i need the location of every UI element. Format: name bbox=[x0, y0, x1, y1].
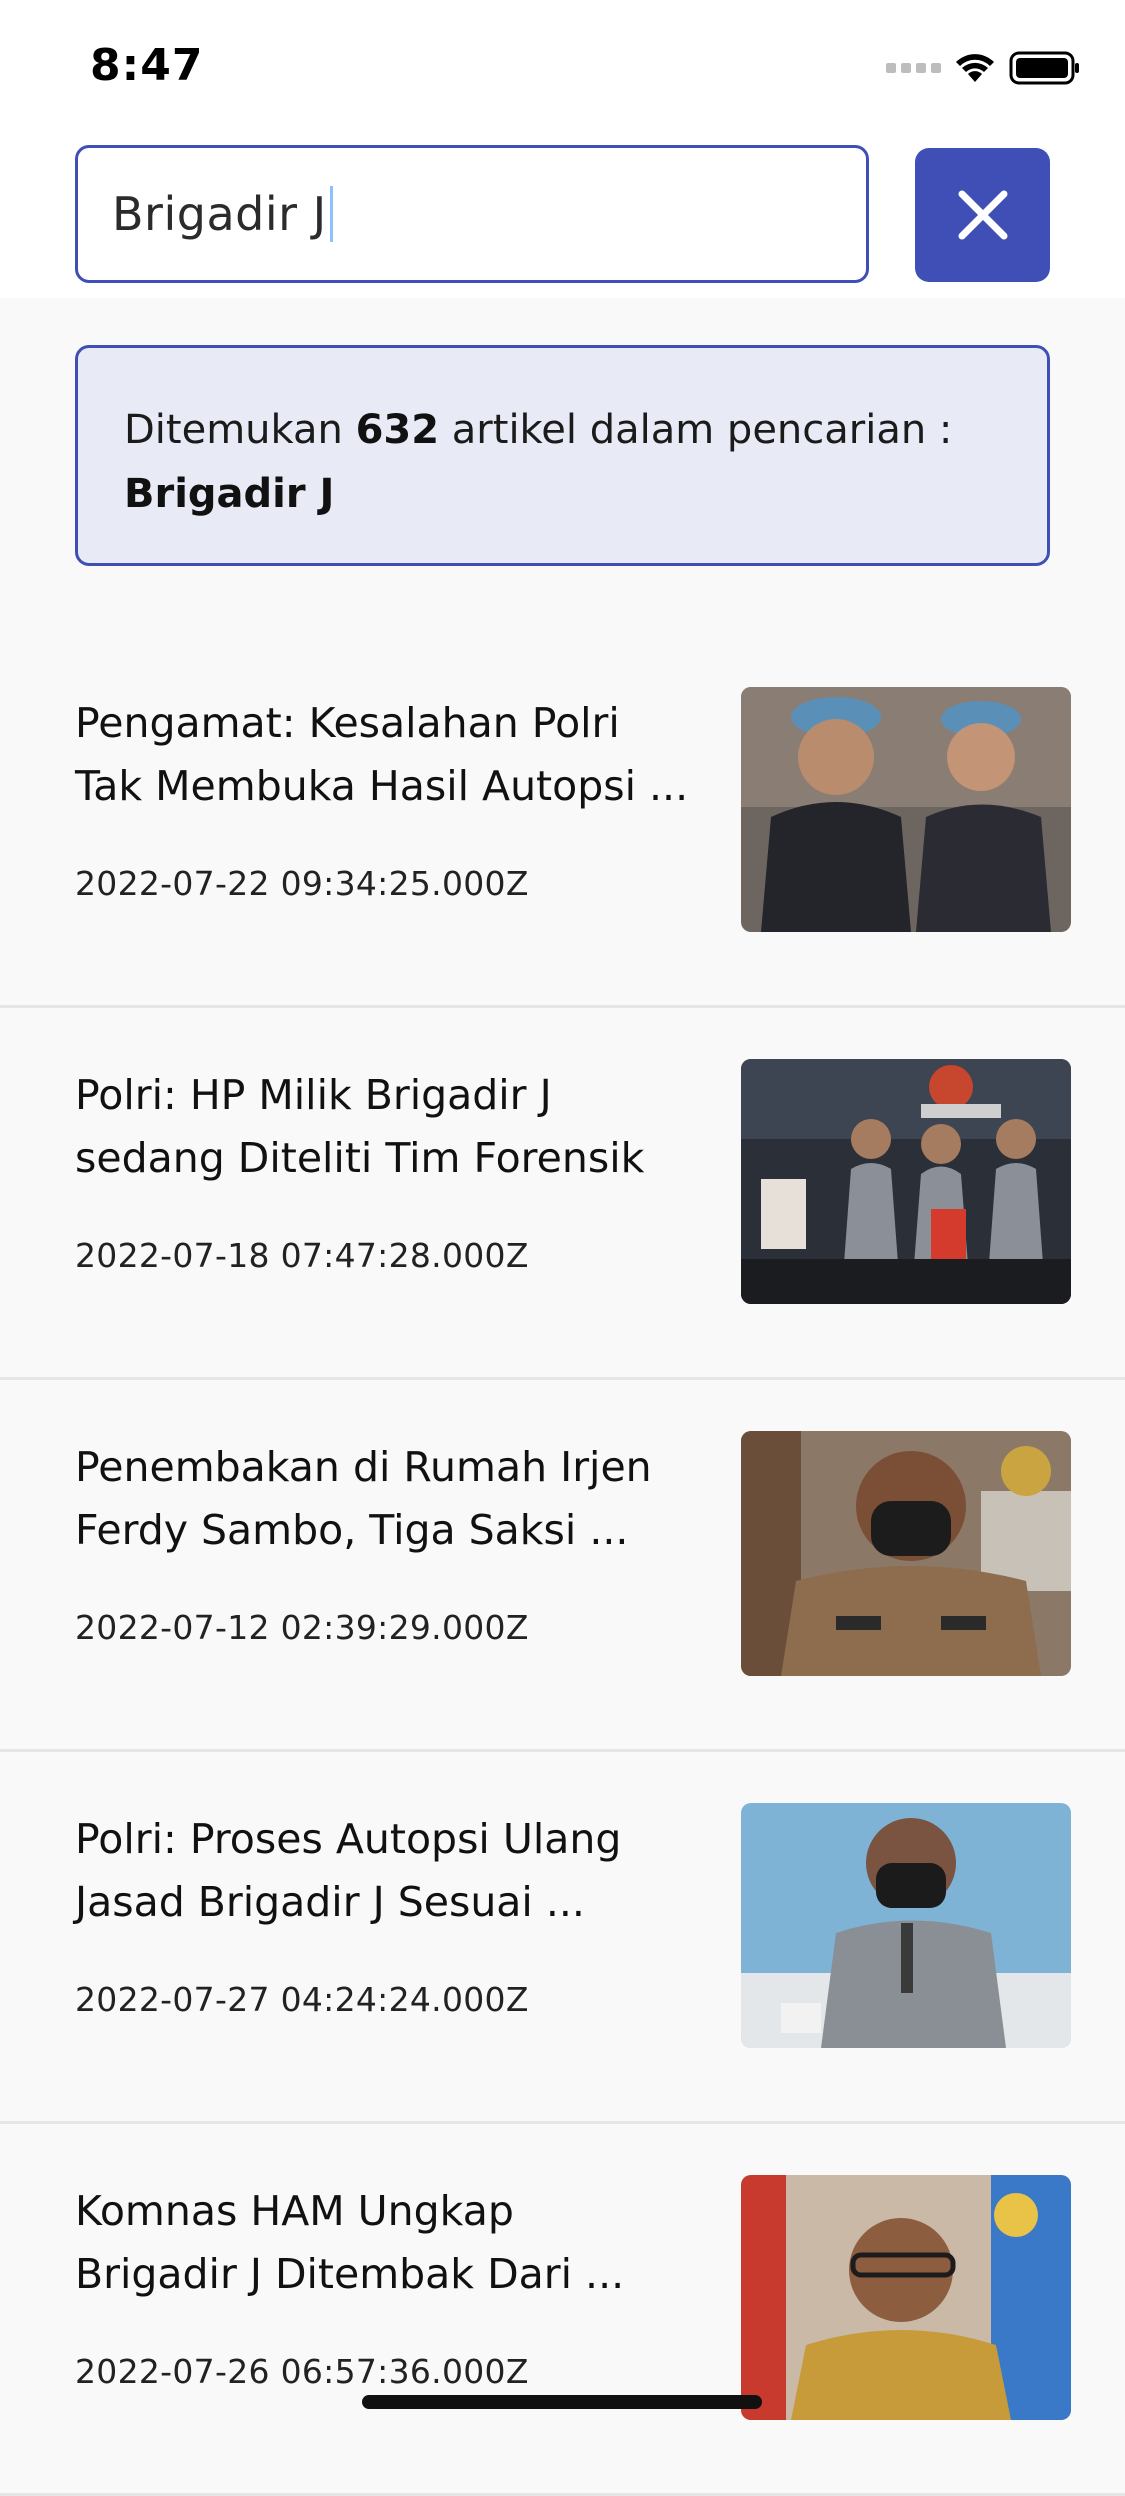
article-item[interactable]: Polri: HP Milik Brigadir Jsedang Ditelit… bbox=[0, 1008, 1125, 1380]
article-thumbnail bbox=[741, 1431, 1071, 1676]
article-thumbnail bbox=[741, 1803, 1071, 2048]
article-title: Penembakan di Rumah Irjen Ferdy Sambo, Ti… bbox=[75, 1443, 652, 1554]
search-result-summary: Ditemukan 632 artikel dalam pencarian : … bbox=[75, 345, 1050, 566]
result-query: Brigadir J bbox=[124, 471, 335, 517]
search-query-text: Brigadir J bbox=[112, 187, 327, 241]
result-prefix: Ditemukan bbox=[124, 407, 343, 453]
article-title: Polri: HP Milik Brigadir Jsedang Ditelit… bbox=[75, 1071, 645, 1182]
article-title: Komnas HAM Ungkap Brigadir J Ditembak Dar… bbox=[75, 2187, 625, 2298]
article-list: Pengamat: Kesalahan Polri Tak Membuka Has… bbox=[0, 636, 1125, 2496]
article-item[interactable]: Komnas HAM Ungkap Brigadir J Ditembak Dar… bbox=[0, 2124, 1125, 2496]
search-input[interactable]: Brigadir J bbox=[75, 145, 869, 283]
home-indicator bbox=[362, 2395, 762, 2409]
signal-icon bbox=[886, 63, 941, 73]
article-date: 2022-07-22 09:34:25.000Z bbox=[75, 864, 529, 903]
article-date: 2022-07-12 02:39:29.000Z bbox=[75, 1608, 529, 1647]
article-item[interactable]: Penembakan di Rumah Irjen Ferdy Sambo, Ti… bbox=[0, 1380, 1125, 1752]
wifi-icon bbox=[956, 54, 994, 82]
article-title: Pengamat: Kesalahan Polri Tak Membuka Has… bbox=[75, 699, 689, 810]
article-title: Polri: Proses Autopsi Ulang Jasad Brigadi… bbox=[75, 1815, 622, 1926]
text-cursor bbox=[329, 186, 333, 242]
article-date: 2022-07-27 04:24:24.000Z bbox=[75, 1980, 529, 2019]
close-icon bbox=[958, 190, 1007, 240]
article-thumbnail bbox=[741, 687, 1071, 932]
article-thumbnail bbox=[741, 1059, 1071, 1304]
article-date: 2022-07-26 06:57:36.000Z bbox=[75, 2352, 529, 2391]
status-icons bbox=[886, 48, 1081, 88]
result-count: 632 bbox=[355, 407, 440, 453]
status-time: 8:47 bbox=[90, 40, 204, 91]
article-date: 2022-07-18 07:47:28.000Z bbox=[75, 1236, 529, 1275]
search-header: 8:47 Brigadir J bbox=[0, 0, 1125, 298]
battery-icon bbox=[1009, 51, 1079, 85]
clear-search-button[interactable] bbox=[915, 148, 1050, 282]
article-thumbnail bbox=[741, 2175, 1071, 2420]
article-item[interactable]: Pengamat: Kesalahan Polri Tak Membuka Has… bbox=[0, 636, 1125, 1008]
article-item[interactable]: Polri: Proses Autopsi Ulang Jasad Brigadi… bbox=[0, 1752, 1125, 2124]
result-middle: artikel dalam pencarian : bbox=[451, 407, 953, 453]
